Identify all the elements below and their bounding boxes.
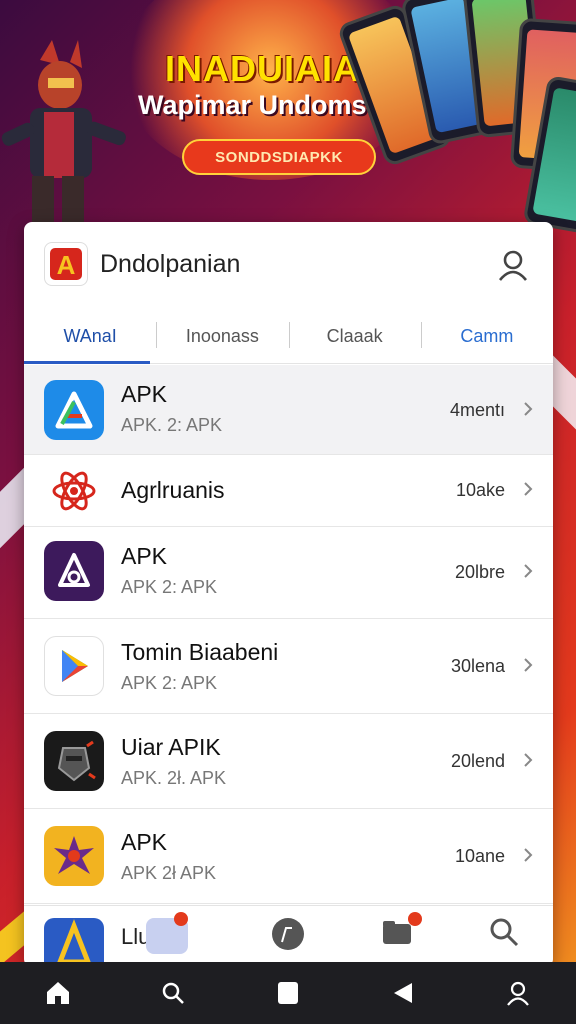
chevron-right-icon xyxy=(524,482,533,496)
chevron-right-icon xyxy=(524,753,533,767)
app-name: Tomin Biaabeni xyxy=(121,639,279,665)
a-app-icon[interactable] xyxy=(44,918,104,967)
tab-camm[interactable]: Camm xyxy=(420,310,553,363)
play-triangle-icon xyxy=(44,636,104,696)
phones-illustration xyxy=(320,0,576,235)
list-item[interactable]: Tomin Biaabeni APK 2: APK 30lena xyxy=(24,619,553,714)
page-title: Dndolpanian xyxy=(100,250,241,278)
character-illustration xyxy=(1,40,126,236)
chevron-right-icon xyxy=(524,402,533,416)
tab-bar: WAnaI Inoonass Claaak Camm xyxy=(24,310,553,364)
chat-icon[interactable] xyxy=(270,916,306,952)
notification-badge xyxy=(174,912,188,926)
atom-icon xyxy=(44,461,104,521)
app-name: Uiar APIK xyxy=(121,734,221,760)
app-name: Agrlruanis xyxy=(121,477,225,503)
tab-wanai[interactable]: WAnaI xyxy=(24,310,156,364)
list-item[interactable]: APK APK 2ł APK 10ane xyxy=(24,809,553,904)
list-item[interactable]: Uiar APIK APK. 2ł. APK 20lend xyxy=(24,714,553,809)
app-size: 4mentı xyxy=(449,400,505,420)
warrior-icon xyxy=(44,731,104,791)
system-nav-bar xyxy=(0,962,576,1024)
person-icon[interactable] xyxy=(500,975,536,1011)
app-store-icon xyxy=(44,380,104,440)
app-size: 10ane xyxy=(454,846,505,866)
app-subtitle: APK. 2ł. APK xyxy=(121,768,227,788)
app-subtitle: APK 2ł APK xyxy=(121,863,217,883)
list-item[interactable]: APK APK. 2: APK 4mentı xyxy=(24,365,553,455)
person-icon[interactable] xyxy=(496,248,530,282)
list-item[interactable]: Agrlruanis 10ake xyxy=(24,455,553,527)
hero-banner[interactable]: INADUIAIA Wapimar Undomsiai SONDDSDIAPKK xyxy=(0,0,576,236)
home-icon[interactable] xyxy=(40,975,76,1011)
app-subtitle: APK 2: APK xyxy=(121,577,218,597)
app-logo-icon: A xyxy=(44,242,88,286)
chevron-right-icon xyxy=(524,658,533,672)
app-list: APK APK. 2: APK 4mentı Agrlruanis 10ake xyxy=(24,365,553,904)
notification-badge xyxy=(408,912,422,926)
chevron-right-icon xyxy=(524,848,533,862)
tab-inoonass[interactable]: Inoonass xyxy=(156,310,288,363)
app-name: APK xyxy=(121,543,168,569)
search-icon[interactable] xyxy=(155,975,191,1011)
chevron-right-icon xyxy=(524,564,533,578)
app-size: 20lend xyxy=(450,751,505,771)
app-size: 20lbre xyxy=(454,562,505,582)
app-name: APK xyxy=(121,381,168,407)
tab-claaak[interactable]: Claaak xyxy=(288,310,421,363)
a-logo-icon xyxy=(44,541,104,601)
card-header: A Dndolpanian xyxy=(24,222,553,308)
app-name: APK xyxy=(121,829,168,855)
list-item[interactable]: APK APK 2: APK 20lbre xyxy=(24,527,553,619)
app-size: 30lena xyxy=(450,656,505,676)
app-subtitle: APK. 2: APK xyxy=(121,415,223,435)
svg-text:A: A xyxy=(57,250,76,280)
square-icon[interactable] xyxy=(270,975,306,1011)
search-icon[interactable] xyxy=(488,916,520,948)
app-subtitle: APK 2: APK xyxy=(121,673,218,693)
star-burst-icon xyxy=(44,826,104,886)
app-list-card: A Dndolpanian WAnaI Inoonass Claaak Camm… xyxy=(24,222,553,967)
quick-actions-strip: Llu xyxy=(24,905,553,967)
app-size: 10ake xyxy=(455,480,505,500)
back-icon[interactable] xyxy=(385,975,421,1011)
